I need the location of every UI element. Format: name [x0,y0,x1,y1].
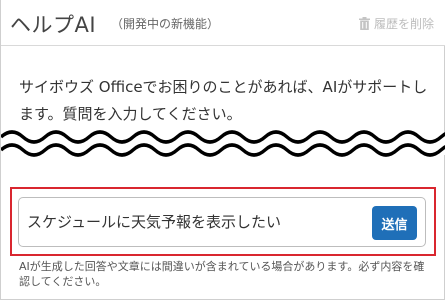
clear-history-label: 履歴を削除 [373,17,434,31]
panel-header: ヘルプAI （開発中の新機能） 履歴を削除 [1,0,445,46]
omission-wave-divider [1,130,445,157]
send-button[interactable]: 送信 [372,206,417,240]
disclaimer-note: AIが生成した回答や文章には間違いが含まれている場合があります。必ず内容を確認し… [19,260,425,288]
panel-subtitle: （開発中の新機能） [111,17,220,31]
clear-history-button[interactable]: 履歴を削除 [358,15,434,32]
help-ai-panel: ヘルプAI （開発中の新機能） 履歴を削除 サイボウズ Officeでお困りのこ… [0,0,445,300]
trash-icon [358,17,370,30]
panel-title: ヘルプAI [10,13,97,37]
question-input-highlight: スケジュールに天気予報を表示したい 送信 [10,187,436,256]
question-input[interactable]: スケジュールに天気予報を表示したい 送信 [18,197,426,247]
question-input-value: スケジュールに天気予報を表示したい [27,213,281,231]
